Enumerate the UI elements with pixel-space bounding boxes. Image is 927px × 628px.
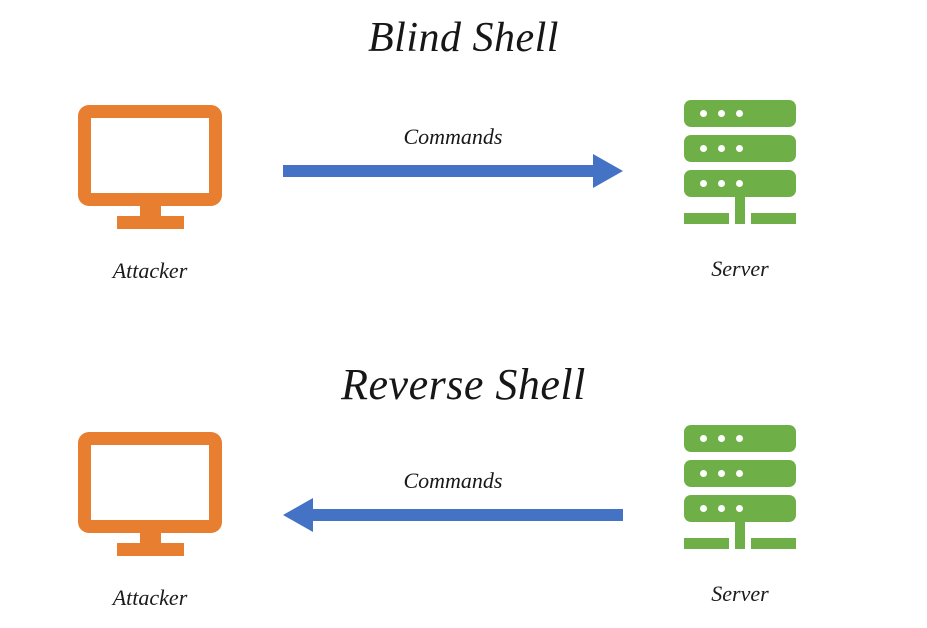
arrow-right-icon — [283, 154, 623, 188]
server-foot-icon — [751, 213, 796, 224]
server-led-icon — [736, 145, 743, 152]
server-led-icon — [718, 180, 725, 187]
reverse-shell-arrow-label: Commands — [403, 468, 503, 493]
server-bar-icon — [684, 495, 796, 522]
monitor-screen-icon — [78, 432, 222, 533]
server-bar-icon — [684, 425, 796, 452]
server-foot-icon — [751, 538, 796, 549]
server-icon — [684, 425, 796, 555]
server-led-icon — [736, 180, 743, 187]
server-bar-icon — [684, 460, 796, 487]
server-stem-icon — [735, 520, 745, 540]
reverse-shell-title: Reverse Shell — [341, 360, 586, 409]
monitor-icon — [78, 432, 222, 556]
server-led-icon — [700, 110, 707, 117]
server-led-icon — [718, 145, 725, 152]
server-led-icon — [700, 505, 707, 512]
diagram-canvas: Blind Shell Attacker Commands Server Rev… — [0, 0, 927, 628]
server-foot-icon — [684, 213, 729, 224]
server-icon — [684, 100, 796, 230]
server-foot-icon — [684, 538, 729, 549]
blind-shell-title: Blind Shell — [368, 15, 559, 61]
reverse-shell-server-label: Server — [711, 581, 769, 606]
blind-shell-arrow-group: Commands — [283, 123, 623, 193]
server-led-icon — [718, 505, 725, 512]
reverse-shell-attacker-label: Attacker — [112, 585, 188, 610]
server-led-icon — [700, 435, 707, 442]
server-bar-icon — [684, 100, 796, 127]
server-led-icon — [736, 435, 743, 442]
server-led-icon — [736, 470, 743, 477]
server-foot-icon — [735, 538, 745, 549]
server-led-icon — [718, 110, 725, 117]
reverse-shell-arrow-group: Commands — [283, 467, 623, 537]
blind-shell-attacker-label: Attacker — [112, 258, 188, 283]
server-bar-icon — [684, 135, 796, 162]
monitor-screen-icon — [78, 105, 222, 206]
monitor-base-icon — [117, 216, 184, 229]
server-led-icon — [736, 110, 743, 117]
server-led-icon — [718, 435, 725, 442]
server-led-icon — [700, 470, 707, 477]
monitor-base-icon — [117, 543, 184, 556]
server-led-icon — [736, 505, 743, 512]
server-led-icon — [700, 180, 707, 187]
blind-shell-arrow-label: Commands — [403, 124, 503, 149]
server-stem-icon — [735, 195, 745, 215]
server-led-icon — [700, 145, 707, 152]
server-foot-icon — [735, 213, 745, 224]
server-bar-icon — [684, 170, 796, 197]
monitor-icon — [78, 105, 222, 229]
arrow-left-icon — [283, 498, 623, 532]
blind-shell-server-label: Server — [711, 256, 769, 281]
server-led-icon — [718, 470, 725, 477]
